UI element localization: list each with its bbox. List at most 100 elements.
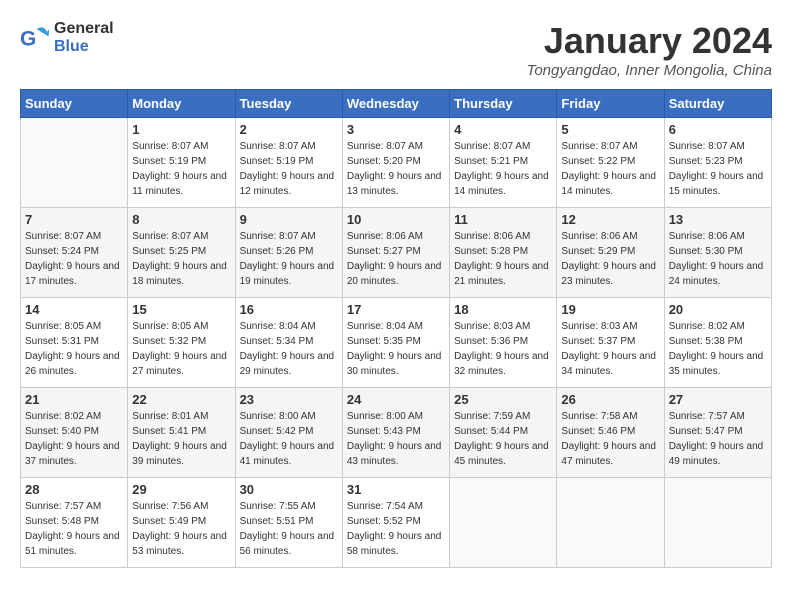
- day-cell: 24 Sunrise: 8:00 AMSunset: 5:43 PMDayligh…: [342, 388, 449, 478]
- day-cell: 13 Sunrise: 8:06 AMSunset: 5:30 PMDayligh…: [664, 208, 771, 298]
- day-cell: 11Sunrise: 8:06 AMSunset: 5:28 PMDayligh…: [450, 208, 557, 298]
- day-detail: Sunrise: 8:07 AMSunset: 5:24 PMDaylight:…: [25, 229, 123, 289]
- day-number: 22: [132, 392, 230, 407]
- day-detail: Sunrise: 8:05 AMSunset: 5:31 PMDaylight:…: [25, 319, 123, 379]
- day-number: 21: [25, 392, 123, 407]
- day-number: 7: [25, 212, 123, 227]
- day-detail: Sunrise: 7:54 AMSunset: 5:52 PMDaylight:…: [347, 499, 445, 559]
- weekday-header-row: SundayMondayTuesdayWednesdayThursdayFrid…: [21, 90, 772, 118]
- day-detail: Sunrise: 8:03 AMSunset: 5:37 PMDaylight:…: [561, 319, 659, 379]
- weekday-header-saturday: Saturday: [664, 90, 771, 118]
- day-cell: 21Sunrise: 8:02 AMSunset: 5:40 PMDayligh…: [21, 388, 128, 478]
- day-cell: 25Sunrise: 7:59 AMSunset: 5:44 PMDayligh…: [450, 388, 557, 478]
- day-cell: 18 Sunrise: 8:03 AMSunset: 5:36 PMDayligh…: [450, 298, 557, 388]
- day-detail: Sunrise: 7:57 AMSunset: 5:48 PMDaylight:…: [25, 499, 123, 559]
- day-detail: Sunrise: 8:07 AMSunset: 5:19 PMDaylight:…: [240, 139, 338, 199]
- day-detail: Sunrise: 8:07 AMSunset: 5:20 PMDaylight:…: [347, 139, 445, 199]
- title-block: January 2024 Tongyangdao, Inner Mongolia…: [527, 20, 772, 79]
- day-cell: 22 Sunrise: 8:01 AMSunset: 5:41 PMDayligh…: [128, 388, 235, 478]
- day-detail: Sunrise: 8:03 AMSunset: 5:36 PMDaylight:…: [454, 319, 552, 379]
- day-number: 16: [240, 302, 338, 317]
- day-detail: Sunrise: 8:01 AMSunset: 5:41 PMDaylight:…: [132, 409, 230, 469]
- day-cell: 30Sunrise: 7:55 AMSunset: 5:51 PMDayligh…: [235, 478, 342, 568]
- day-cell: 6Sunrise: 8:07 AMSunset: 5:23 PMDaylight…: [664, 118, 771, 208]
- day-number: 15: [132, 302, 230, 317]
- logo-general: General: [54, 20, 114, 37]
- day-detail: Sunrise: 7:58 AMSunset: 5:46 PMDaylight:…: [561, 409, 659, 469]
- day-number: 31: [347, 482, 445, 497]
- day-detail: Sunrise: 8:00 AMSunset: 5:42 PMDaylight:…: [240, 409, 338, 469]
- day-cell: [664, 478, 771, 568]
- day-detail: Sunrise: 8:06 AMSunset: 5:29 PMDaylight:…: [561, 229, 659, 289]
- day-detail: Sunrise: 7:56 AMSunset: 5:49 PMDaylight:…: [132, 499, 230, 559]
- calendar-table: SundayMondayTuesdayWednesdayThursdayFrid…: [20, 89, 772, 568]
- day-number: 25: [454, 392, 552, 407]
- day-cell: 26 Sunrise: 7:58 AMSunset: 5:46 PMDayligh…: [557, 388, 664, 478]
- day-detail: Sunrise: 8:07 AMSunset: 5:26 PMDaylight:…: [240, 229, 338, 289]
- week-row-3: 14 Sunrise: 8:05 AMSunset: 5:31 PMDayligh…: [21, 298, 772, 388]
- day-number: 3: [347, 122, 445, 137]
- day-number: 17: [347, 302, 445, 317]
- week-row-2: 7 Sunrise: 8:07 AMSunset: 5:24 PMDaylight…: [21, 208, 772, 298]
- day-cell: [450, 478, 557, 568]
- weekday-header-friday: Friday: [557, 90, 664, 118]
- day-cell: 2 Sunrise: 8:07 AMSunset: 5:19 PMDaylight…: [235, 118, 342, 208]
- day-cell: 20 Sunrise: 8:02 AMSunset: 5:38 PMDayligh…: [664, 298, 771, 388]
- day-number: 8: [132, 212, 230, 227]
- day-number: 1: [132, 122, 230, 137]
- day-detail: Sunrise: 8:06 AMSunset: 5:28 PMDaylight:…: [454, 229, 552, 289]
- weekday-header-tuesday: Tuesday: [235, 90, 342, 118]
- day-detail: Sunrise: 8:07 AMSunset: 5:25 PMDaylight:…: [132, 229, 230, 289]
- day-number: 13: [669, 212, 767, 227]
- weekday-header-monday: Monday: [128, 90, 235, 118]
- day-detail: Sunrise: 8:05 AMSunset: 5:32 PMDaylight:…: [132, 319, 230, 379]
- day-cell: 8 Sunrise: 8:07 AMSunset: 5:25 PMDaylight…: [128, 208, 235, 298]
- location: Tongyangdao, Inner Mongolia, China: [527, 62, 772, 79]
- weekday-header-thursday: Thursday: [450, 90, 557, 118]
- day-cell: 23 Sunrise: 8:00 AMSunset: 5:42 PMDayligh…: [235, 388, 342, 478]
- day-cell: 5Sunrise: 8:07 AMSunset: 5:22 PMDaylight…: [557, 118, 664, 208]
- day-detail: Sunrise: 8:04 AMSunset: 5:34 PMDaylight:…: [240, 319, 338, 379]
- day-detail: Sunrise: 8:00 AMSunset: 5:43 PMDaylight:…: [347, 409, 445, 469]
- day-cell: 10 Sunrise: 8:06 AMSunset: 5:27 PMDayligh…: [342, 208, 449, 298]
- day-detail: Sunrise: 8:07 AMSunset: 5:22 PMDaylight:…: [561, 139, 659, 199]
- logo: G General Blue: [20, 20, 114, 56]
- day-number: 23: [240, 392, 338, 407]
- day-cell: 7 Sunrise: 8:07 AMSunset: 5:24 PMDaylight…: [21, 208, 128, 298]
- day-detail: Sunrise: 8:07 AMSunset: 5:19 PMDaylight:…: [132, 139, 230, 199]
- logo-icon: G: [20, 23, 50, 53]
- day-detail: Sunrise: 8:02 AMSunset: 5:38 PMDaylight:…: [669, 319, 767, 379]
- day-cell: 19Sunrise: 8:03 AMSunset: 5:37 PMDayligh…: [557, 298, 664, 388]
- day-number: 6: [669, 122, 767, 137]
- day-cell: 17Sunrise: 8:04 AMSunset: 5:35 PMDayligh…: [342, 298, 449, 388]
- day-number: 2: [240, 122, 338, 137]
- day-number: 20: [669, 302, 767, 317]
- day-number: 10: [347, 212, 445, 227]
- day-detail: Sunrise: 8:07 AMSunset: 5:21 PMDaylight:…: [454, 139, 552, 199]
- day-cell: 31 Sunrise: 7:54 AMSunset: 5:52 PMDayligh…: [342, 478, 449, 568]
- day-number: 24: [347, 392, 445, 407]
- day-cell: [21, 118, 128, 208]
- weekday-header-sunday: Sunday: [21, 90, 128, 118]
- day-cell: 29 Sunrise: 7:56 AMSunset: 5:49 PMDayligh…: [128, 478, 235, 568]
- day-cell: 14 Sunrise: 8:05 AMSunset: 5:31 PMDayligh…: [21, 298, 128, 388]
- day-number: 27: [669, 392, 767, 407]
- week-row-4: 21Sunrise: 8:02 AMSunset: 5:40 PMDayligh…: [21, 388, 772, 478]
- day-number: 26: [561, 392, 659, 407]
- day-number: 4: [454, 122, 552, 137]
- day-cell: 12 Sunrise: 8:06 AMSunset: 5:29 PMDayligh…: [557, 208, 664, 298]
- day-number: 12: [561, 212, 659, 227]
- day-detail: Sunrise: 7:55 AMSunset: 5:51 PMDaylight:…: [240, 499, 338, 559]
- day-detail: Sunrise: 8:06 AMSunset: 5:27 PMDaylight:…: [347, 229, 445, 289]
- day-cell: 3 Sunrise: 8:07 AMSunset: 5:20 PMDaylight…: [342, 118, 449, 208]
- day-detail: Sunrise: 8:06 AMSunset: 5:30 PMDaylight:…: [669, 229, 767, 289]
- day-number: 29: [132, 482, 230, 497]
- svg-text:G: G: [20, 28, 36, 51]
- day-cell: 28Sunrise: 7:57 AMSunset: 5:48 PMDayligh…: [21, 478, 128, 568]
- day-number: 18: [454, 302, 552, 317]
- day-cell: 1 Sunrise: 8:07 AMSunset: 5:19 PMDaylight…: [128, 118, 235, 208]
- day-number: 9: [240, 212, 338, 227]
- page-header: G General Blue January 2024 Tongyangdao,…: [20, 20, 772, 79]
- week-row-5: 28Sunrise: 7:57 AMSunset: 5:48 PMDayligh…: [21, 478, 772, 568]
- day-number: 14: [25, 302, 123, 317]
